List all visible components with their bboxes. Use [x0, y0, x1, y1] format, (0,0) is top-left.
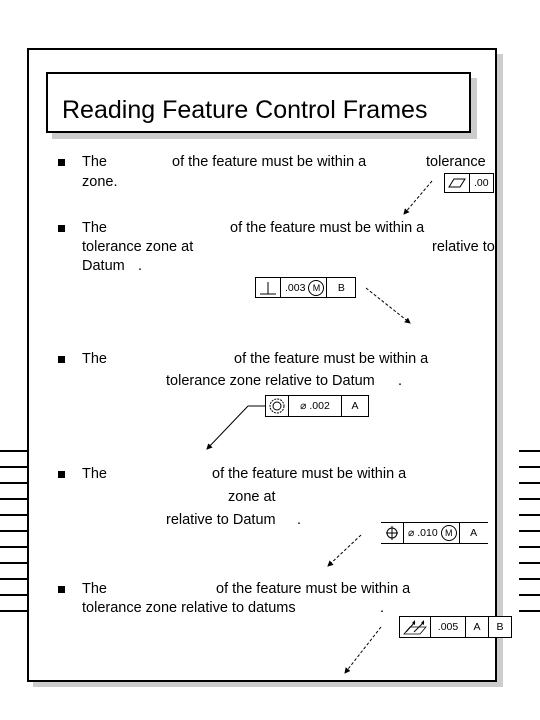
tick-line: [519, 482, 540, 484]
bullet-2-text: of the feature must be within a: [230, 220, 425, 236]
feature-control-frame-position: ⌀ .010 M A: [381, 522, 488, 544]
tick-line: [519, 594, 540, 596]
tick-line: [0, 610, 28, 612]
bullet-marker: [58, 471, 65, 478]
datum-reference: A: [470, 527, 478, 539]
bullet-5-text: tolerance zone relative to datums: [82, 600, 296, 616]
tick-line: [0, 594, 28, 596]
tick-line: [0, 562, 28, 564]
tolerance-value: .003: [285, 281, 306, 294]
feature-control-frame-concentricity: ⌀ .002 A: [265, 395, 369, 417]
tick-line: [519, 514, 540, 516]
modifier-m: M: [440, 525, 457, 541]
bullet-marker: [58, 225, 65, 232]
feature-control-frame-total-runout: .005 A B: [399, 616, 512, 638]
position-icon: [381, 523, 404, 543]
tolerance-value: ⌀ .002: [289, 396, 342, 416]
bullet-3-text: .: [398, 373, 403, 389]
bullet-4-text: The: [82, 466, 107, 482]
tick-line: [519, 610, 540, 612]
concentricity-icon: [266, 396, 289, 416]
bullet-4-text: .: [297, 512, 302, 528]
title-box: Reading Feature Control Frames: [46, 72, 471, 133]
bullet-5-text: The: [82, 581, 107, 597]
bullet-5-text: .: [380, 600, 385, 616]
datum-reference: A: [466, 617, 489, 637]
tick-line: [519, 562, 540, 564]
tick-line: [519, 578, 540, 580]
tick-line: [519, 498, 540, 500]
tolerance-value: .005: [431, 617, 466, 637]
bullet-1-text: tolerance: [426, 154, 486, 170]
bullet-4-text: zone at: [228, 489, 276, 505]
bullet-5-text: of the feature must be within a: [216, 581, 411, 597]
datum-reference: A: [351, 400, 359, 412]
tick-line: [519, 450, 540, 452]
tick-line: [0, 546, 28, 548]
total-runout-icon: [400, 617, 431, 637]
bullet-3-text: of the feature must be within a: [234, 351, 429, 367]
datum-reference: B: [337, 281, 345, 294]
tick-line: [0, 466, 28, 468]
bullet-4-text: relative to Datum: [166, 512, 276, 528]
bullet-2-text: tolerance zone at: [82, 239, 194, 255]
perpendicularity-icon: [256, 278, 281, 297]
bullet-marker: [58, 586, 65, 593]
bullet-2-text: .: [138, 258, 143, 274]
tick-line: [0, 498, 28, 500]
bullet-4-text: of the feature must be within a: [212, 466, 407, 482]
flatness-icon: [445, 174, 470, 192]
bullet-marker: [58, 159, 65, 166]
bullet-1-text: The: [82, 154, 107, 170]
max-material-condition-icon: M: [439, 523, 460, 543]
tick-line: [0, 482, 28, 484]
bullet-marker: [58, 356, 65, 363]
bullet-1-text: zone.: [82, 174, 118, 190]
bullet-2-text: Datum: [82, 258, 125, 274]
bullet-2-text: relative to: [432, 239, 495, 255]
tick-line: [519, 466, 540, 468]
tick-line: [519, 546, 540, 548]
tick-line: [0, 578, 28, 580]
bullet-1-text: of the feature must be within a: [172, 154, 367, 170]
tolerance-value: ⌀ .010: [408, 527, 438, 539]
page-title: Reading Feature Control Frames: [62, 96, 428, 124]
tolerance-value: .00: [474, 177, 489, 189]
datum-reference: B: [496, 621, 504, 633]
feature-control-frame-flatness: .00: [444, 173, 494, 193]
tick-line: [0, 530, 28, 532]
feature-control-frame-perpendicularity: .003 M B: [255, 277, 357, 298]
tick-line: [519, 530, 540, 532]
max-material-condition-icon: M: [306, 278, 328, 297]
tick-line: [0, 514, 28, 516]
tick-line: [0, 450, 28, 452]
bullet-3-text: tolerance zone relative to Datum: [166, 373, 375, 389]
bullet-3-text: The: [82, 351, 107, 367]
modifier-m: M: [308, 279, 325, 296]
bullet-2-text: The: [82, 220, 107, 236]
